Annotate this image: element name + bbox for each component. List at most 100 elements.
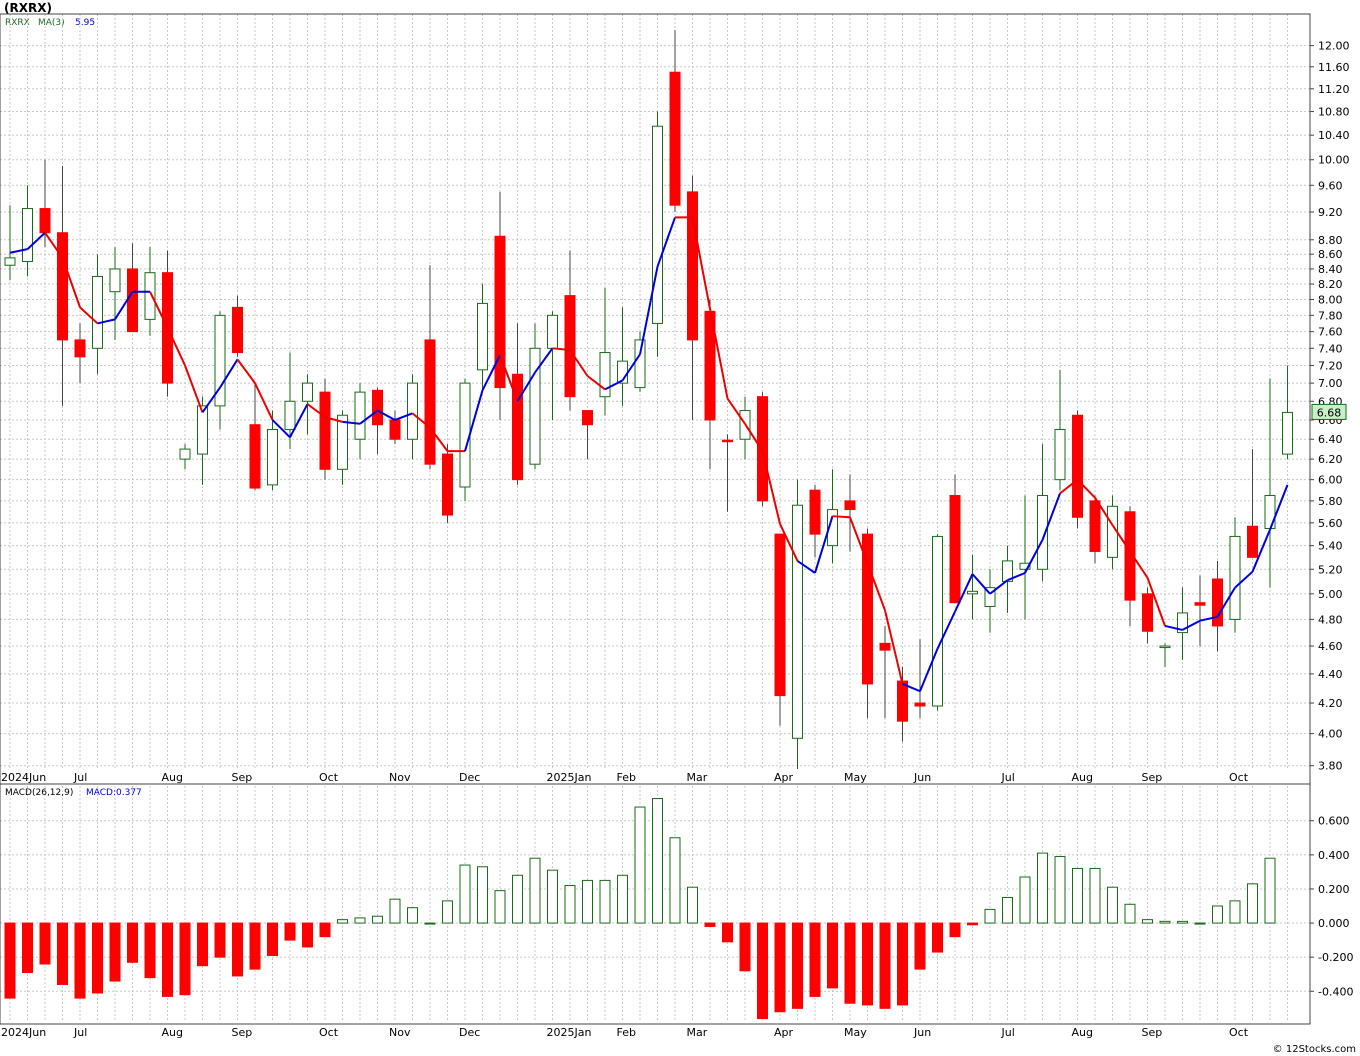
candle-down [809,489,821,535]
month-label: Apr [774,771,794,784]
candle-down [1212,578,1223,627]
macd-bar-negative [967,922,978,926]
candle-down [389,419,401,440]
candle-up [284,400,296,431]
candle-up [932,535,943,707]
macd-bar-positive [512,874,523,924]
candle-up [1229,535,1241,620]
macd-tick-label: 0.600 [1318,815,1350,828]
candle-down [1247,525,1258,558]
macd-bar-positive [617,874,628,924]
candle-up [179,448,191,460]
macd-month-label: Oct [319,1026,339,1039]
candle-up [22,208,33,263]
price-tick-label: 8.60 [1318,248,1343,261]
macd-bar-positive [1229,900,1241,924]
watermark: © 12Stocks.com [1273,1044,1356,1055]
macd-bar-positive [1142,919,1153,924]
macd-bar-negative [302,922,313,948]
macd-bar-positive [529,857,541,924]
macd-bar-negative [57,922,68,985]
macd-month-label: Aug [1072,1026,1093,1039]
macd-month-label: Apr [774,1026,794,1039]
macd-bar-negative [267,922,278,956]
macd-bar-negative [949,922,961,938]
macd-bar-positive [582,879,593,924]
month-label: Dec [459,771,480,784]
macd-bar-negative [757,922,768,1020]
macd-bar-positive [1264,857,1276,924]
candle-up [652,125,663,324]
price-tick-label: 8.40 [1318,263,1343,276]
macd-bar-positive [1002,896,1013,924]
candle-down [897,680,908,722]
candle-down [844,500,856,511]
candle-up [92,275,103,349]
candle-up [337,414,348,470]
macd-bar-negative [22,922,33,974]
macd-bar-positive [634,806,646,924]
price-tick-label: 12.00 [1318,40,1350,53]
macd-bar-negative [162,922,173,997]
macd-bar-negative [249,922,261,970]
legend-ma-label: MA(3) [38,18,65,28]
macd-tick-label: 0.000 [1318,917,1350,930]
candle-down [57,232,68,341]
candle-down [372,389,383,426]
candle-down [1194,602,1206,606]
candle-down [669,71,681,206]
macd-bar-negative [284,922,296,941]
macd-bar-positive [1194,922,1206,925]
macd-bar-positive [1019,876,1031,924]
last-price-marker: 6.68 [1311,403,1347,420]
macd-bar-negative [704,922,716,927]
candle-up [354,391,366,440]
macd-month-label: 2025Jan [547,1026,592,1039]
macd-bar-negative [319,922,331,938]
macd-bar-positive [389,898,401,924]
macd-month-label: Nov [389,1026,411,1039]
macd-bar-negative [39,922,51,965]
legend-ma-value: 5.95 [75,18,95,28]
macd-bar-positive [442,900,453,924]
candle-up [792,504,803,739]
month-label: Jul [1001,771,1015,784]
macd-bar-positive [1177,920,1188,924]
candle-down [1089,500,1101,552]
price-tick-label: 7.00 [1318,377,1343,390]
price-tick-label: 4.00 [1318,728,1343,741]
candle-up [4,257,16,266]
macd-bar-negative [897,922,908,1006]
macd-bar-positive [477,866,488,924]
macd-bar-positive [669,837,681,924]
price-tick-label: 8.20 [1318,278,1343,291]
macd-month-label: Jul [1001,1026,1015,1039]
macd-bar-positive [1124,903,1136,924]
macd-month-label: Oct [1229,1026,1249,1039]
price-tick-label: 5.40 [1318,540,1343,553]
macd-bar-positive [354,917,366,924]
macd-month-label: Feb [617,1026,636,1039]
macd-bar-negative [144,922,156,979]
price-tick-label: 7.40 [1318,342,1343,355]
month-label: Aug [162,771,183,784]
macd-month-label: Sep [1142,1026,1163,1039]
macd-bar-negative [914,922,926,970]
macd-bar-negative [792,922,803,1009]
macd-bar-positive [1212,905,1223,924]
candle-down [127,268,138,333]
price-tick-label: 8.80 [1318,234,1343,247]
price-tick-label: 10.40 [1318,129,1350,142]
macd-tick-label: 0.200 [1318,883,1350,896]
stock-chart: (RXRX) RXRX MA(3) 5.95 3.80 4.00 4.20 4.40 4… [0,0,1360,1056]
price-tick-label: 11.20 [1318,83,1350,96]
month-label: Oct [1229,771,1249,784]
macd-bar-negative [879,922,891,1009]
price-tick-label: 3.80 [1318,760,1343,773]
candle-up [599,352,611,398]
macd-bar-positive [424,922,436,925]
candle-up [634,339,646,389]
price-tick-label: 10.00 [1318,154,1350,167]
legend-symbol: RXRX [5,18,30,28]
month-label: Sep [1142,771,1163,784]
